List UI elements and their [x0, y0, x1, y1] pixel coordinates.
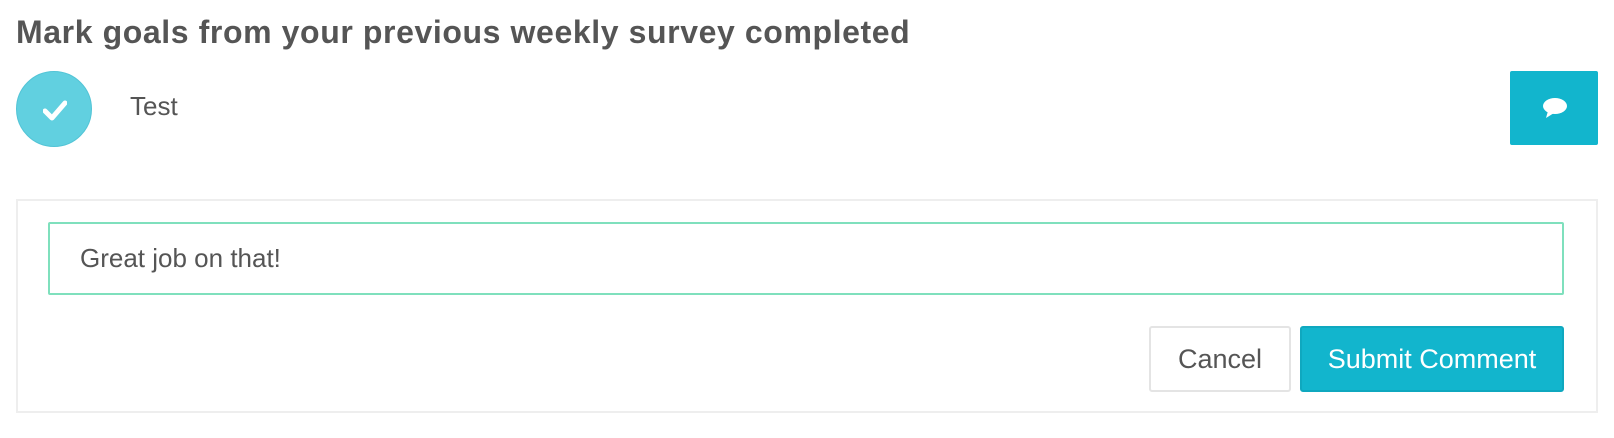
submit-comment-button[interactable]: Submit Comment — [1300, 326, 1564, 392]
goal-name: Test — [130, 91, 178, 121]
comment-input[interactable] — [48, 222, 1564, 295]
comment-panel: Cancel Submit Comment — [16, 199, 1598, 413]
check-icon — [43, 100, 67, 121]
speech-bubble-icon — [1543, 98, 1567, 118]
comment-toggle-button[interactable] — [1510, 71, 1598, 145]
goal-row: Test — [16, 71, 1598, 147]
cancel-button[interactable]: Cancel — [1149, 326, 1291, 392]
page-title: Mark goals from your previous weekly sur… — [16, 14, 911, 50]
goal-complete-toggle[interactable] — [16, 71, 92, 147]
